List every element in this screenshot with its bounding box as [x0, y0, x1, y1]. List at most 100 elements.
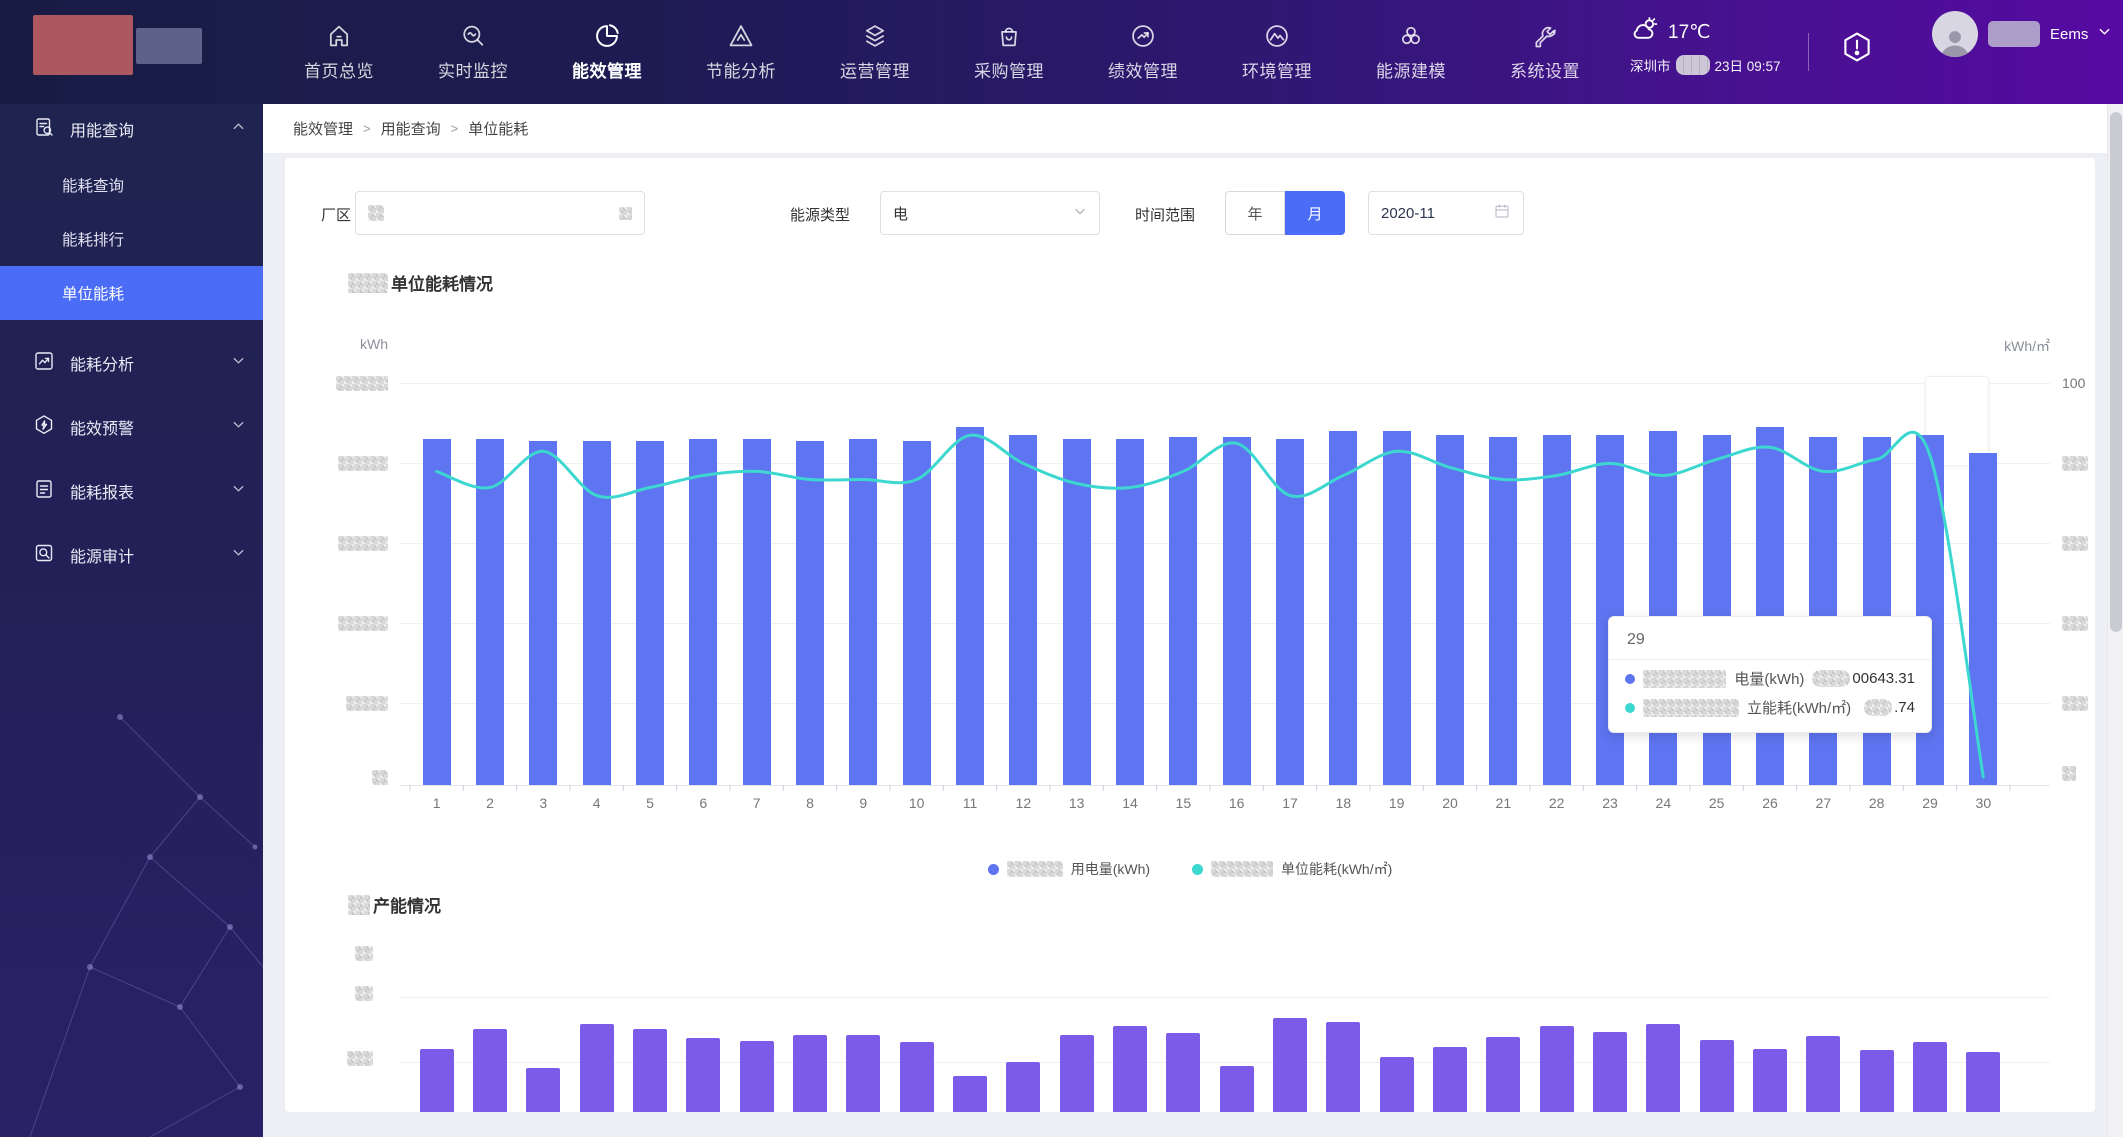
date-picker[interactable]: 2020-11 [1368, 191, 1524, 235]
nav-item-saving[interactable]: 节能分析 [674, 0, 808, 104]
legend-item-line[interactable]: 单位能耗(kWh/㎡) [1192, 859, 1392, 879]
sidebar-item-能源审计[interactable]: 能源审计 [0, 524, 263, 586]
bar-day-30[interactable] [1969, 453, 1997, 785]
capacity-bar-day-17[interactable] [1273, 1018, 1307, 1112]
capacity-bar-day-20[interactable] [1433, 1047, 1467, 1112]
year-toggle-button[interactable]: 年 [1225, 191, 1285, 235]
nav-item-monitor[interactable]: 实时监控 [406, 0, 540, 104]
breadcrumb-part-用能查询[interactable]: 用能查询 [381, 118, 441, 139]
capacity-bar-day-30[interactable] [1966, 1052, 2000, 1112]
x-axis-label-15: 15 [1161, 795, 1205, 811]
sidebar-item-能耗报表[interactable]: 能耗报表 [0, 460, 263, 522]
capacity-bar-day-24[interactable] [1646, 1024, 1680, 1112]
user-menu[interactable]: Eems [1932, 11, 2111, 57]
bar-day-13[interactable] [1063, 439, 1091, 785]
avatar[interactable] [1932, 11, 1978, 57]
bar-day-8[interactable] [796, 441, 824, 785]
bar-day-23[interactable] [1596, 435, 1624, 785]
bar-day-16[interactable] [1223, 437, 1251, 785]
capacity-bar-day-25[interactable] [1700, 1040, 1734, 1112]
vertical-scrollbar-thumb[interactable] [2110, 112, 2122, 632]
capacity-bar-day-21[interactable] [1486, 1037, 1520, 1112]
capacity-bar-day-28[interactable] [1860, 1050, 1894, 1112]
bar-day-27[interactable] [1809, 437, 1837, 785]
capacity-bar-day-2[interactable] [473, 1029, 507, 1112]
capacity-bar-day-19[interactable] [1380, 1057, 1414, 1112]
capacity-bar-day-3[interactable] [526, 1068, 560, 1112]
bar-day-15[interactable] [1169, 437, 1197, 785]
energy-type-select[interactable]: 电 [880, 191, 1100, 235]
month-toggle-button[interactable]: 月 [1285, 191, 1345, 235]
sidebar-item-用能查询[interactable]: 用能查询 [0, 104, 263, 154]
capacity-bar-day-22[interactable] [1540, 1026, 1574, 1112]
trend-icon [32, 349, 56, 378]
capacity-bar-day-12[interactable] [1006, 1062, 1040, 1112]
sidebar-subitem-单位能耗[interactable]: 单位能耗 [0, 266, 263, 320]
sidebar-item-能耗分析[interactable]: 能耗分析 [0, 332, 263, 394]
capacity-bar-day-15[interactable] [1166, 1033, 1200, 1112]
capacity-bar-day-1[interactable] [420, 1049, 454, 1113]
nav-item-environment[interactable]: 环境管理 [1210, 0, 1344, 104]
legend-dot [988, 864, 999, 875]
nav-item-efficiency[interactable]: 能效管理 [540, 0, 674, 104]
bar-day-9[interactable] [849, 439, 877, 785]
bar-day-28[interactable] [1863, 437, 1891, 785]
bar-day-11[interactable] [956, 427, 984, 785]
nav-item-purchase[interactable]: 采购管理 [942, 0, 1076, 104]
capacity-bar-day-23[interactable] [1593, 1032, 1627, 1112]
capacity-bar-day-9[interactable] [846, 1035, 880, 1112]
sidebar-subitem-能耗排行[interactable]: 能耗排行 [0, 212, 263, 266]
capacity-bar-day-14[interactable] [1113, 1026, 1147, 1112]
capacity-bar-day-27[interactable] [1806, 1036, 1840, 1112]
bar-day-26[interactable] [1756, 427, 1784, 785]
capacity-bar-day-4[interactable] [580, 1024, 614, 1112]
nav-item-operation[interactable]: 运营管理 [808, 0, 942, 104]
app-logo[interactable] [33, 15, 133, 75]
bar-day-3[interactable] [529, 441, 557, 785]
bar-day-14[interactable] [1116, 439, 1144, 785]
vertical-scrollbar-track[interactable] [2107, 104, 2123, 1137]
capacity-bar-day-5[interactable] [633, 1029, 667, 1112]
bar-day-29[interactable] [1916, 435, 1944, 785]
bar-day-19[interactable] [1383, 431, 1411, 785]
username-redacted [1988, 21, 2040, 47]
capacity-bar-day-18[interactable] [1326, 1022, 1360, 1112]
capacity-bar-day-13[interactable] [1060, 1035, 1094, 1112]
nav-item-settings[interactable]: 系统设置 [1478, 0, 1612, 104]
nav-item-modeling[interactable]: 能源建模 [1344, 0, 1478, 104]
bar-day-1[interactable] [423, 439, 451, 785]
x-axis-label-22: 22 [1535, 795, 1579, 811]
bar-day-12[interactable] [1009, 435, 1037, 785]
sidebar-item-label: 能效预警 [70, 415, 134, 439]
bar-day-5[interactable] [636, 441, 664, 785]
sidebar-item-能效预警[interactable]: 能效预警 [0, 396, 263, 458]
bar-day-24[interactable] [1649, 431, 1677, 785]
capacity-bar-day-29[interactable] [1913, 1042, 1947, 1112]
capacity-bar-day-8[interactable] [793, 1035, 827, 1112]
bar-day-7[interactable] [743, 439, 771, 785]
breadcrumb-part-能效管理[interactable]: 能效管理 [293, 118, 353, 139]
alert-hexagon-icon[interactable] [1840, 30, 1874, 69]
bar-day-18[interactable] [1329, 431, 1357, 785]
sidebar-subitem-能耗查询[interactable]: 能耗查询 [0, 158, 263, 212]
plant-select[interactable] [355, 191, 645, 235]
content-card: 厂区 能源类型 电 时间范围 年 月 2020-11 单位能耗情况 [285, 158, 2095, 1112]
bar-day-25[interactable] [1703, 435, 1731, 785]
capacity-bar-day-10[interactable] [900, 1042, 934, 1112]
bar-day-6[interactable] [689, 439, 717, 785]
bar-day-2[interactable] [476, 439, 504, 785]
legend-item-bar[interactable]: 用电量(kWh) [988, 859, 1150, 879]
capacity-bar-day-7[interactable] [740, 1041, 774, 1112]
capacity-bar-day-16[interactable] [1220, 1066, 1254, 1112]
bar-day-4[interactable] [583, 441, 611, 785]
bar-day-10[interactable] [903, 441, 931, 785]
nav-item-home[interactable]: 首页总览 [272, 0, 406, 104]
capacity-bar-day-26[interactable] [1753, 1049, 1787, 1113]
bar-day-17[interactable] [1276, 439, 1304, 785]
capacity-bar-day-6[interactable] [686, 1038, 720, 1112]
capacity-bar-day-11[interactable] [953, 1076, 987, 1112]
bar-day-21[interactable] [1489, 437, 1517, 785]
bar-day-22[interactable] [1543, 435, 1571, 785]
nav-item-performance[interactable]: 绩效管理 [1076, 0, 1210, 104]
bar-day-20[interactable] [1436, 435, 1464, 785]
